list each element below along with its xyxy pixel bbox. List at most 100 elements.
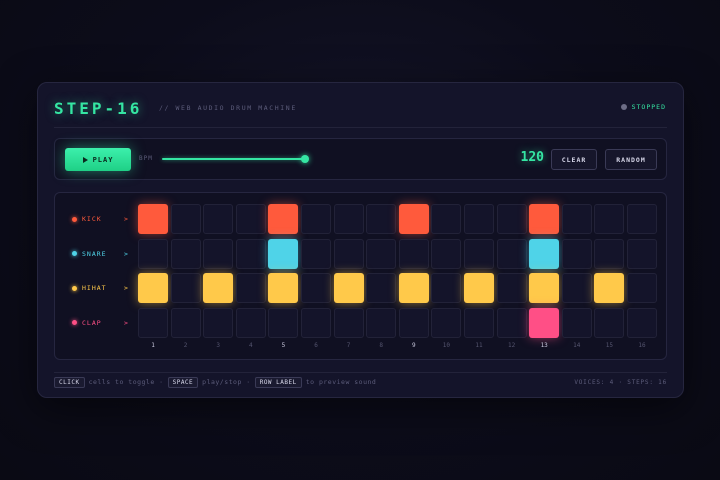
step-cell[interactable]	[594, 273, 625, 303]
app-title: STEP-16	[54, 99, 143, 118]
step-cell[interactable]	[170, 204, 201, 234]
step-cell[interactable]	[333, 238, 364, 269]
step-cell[interactable]	[496, 307, 527, 338]
step-number: 11	[475, 342, 483, 349]
step-cell[interactable]	[627, 204, 657, 234]
footer-divider	[54, 372, 667, 373]
step-cell[interactable]	[594, 238, 625, 269]
step-number: 3	[216, 342, 220, 349]
step-cell[interactable]	[464, 307, 494, 338]
step-cell[interactable]	[203, 307, 234, 338]
step-cell[interactable]	[594, 204, 625, 234]
step-cell[interactable]	[464, 238, 494, 269]
step-cell[interactable]	[529, 238, 560, 269]
status-label: STOPPED	[631, 103, 666, 111]
step-cell[interactable]	[398, 273, 429, 303]
track-label-clap[interactable]: CLAP >	[55, 308, 135, 338]
track-color-dot-icon	[72, 285, 77, 291]
step-number: 5	[281, 342, 286, 349]
track-color-dot-icon	[72, 216, 77, 222]
clear-button[interactable]: CLEAR	[551, 149, 597, 170]
step-cell[interactable]	[170, 273, 201, 303]
bpm-label: BPM	[139, 155, 153, 162]
play-triangle-icon	[82, 156, 88, 163]
step-cell[interactable]	[138, 307, 168, 338]
step-cell[interactable]	[561, 307, 592, 338]
step-cell[interactable]	[561, 273, 592, 303]
step-cell[interactable]	[138, 204, 168, 234]
preview-arrow-icon: >	[124, 249, 128, 258]
step-cell[interactable]	[431, 238, 462, 269]
step-cell[interactable]	[301, 307, 331, 338]
play-button[interactable]: PLAY	[65, 148, 131, 171]
step-cell[interactable]	[529, 204, 560, 234]
step-cell[interactable]	[366, 273, 397, 303]
step-cell[interactable]	[203, 238, 234, 269]
step-cell[interactable]	[203, 273, 234, 303]
play-button-label: PLAY	[92, 155, 114, 164]
track-color-dot-icon	[72, 251, 77, 256]
random-button[interactable]: RANDOM	[605, 149, 657, 170]
footer-help: CLICK cells to toggle · SPACE play/stop …	[54, 376, 376, 388]
step-cell[interactable]	[301, 273, 331, 303]
step-cell[interactable]	[627, 238, 657, 269]
step-cell[interactable]	[431, 204, 462, 234]
step-cell[interactable]	[366, 204, 397, 234]
step-cell[interactable]	[235, 273, 266, 303]
step-cell[interactable]	[529, 307, 560, 338]
step-cell[interactable]	[301, 204, 331, 234]
step-cell[interactable]	[627, 307, 657, 338]
step-number: 2	[183, 342, 188, 349]
step-cell[interactable]	[398, 238, 429, 269]
track-name: SNARE	[82, 249, 107, 258]
step-cell[interactable]	[268, 204, 299, 234]
step-cell[interactable]	[138, 273, 168, 303]
step-cell[interactable]	[268, 307, 299, 338]
step-cell[interactable]	[627, 273, 657, 303]
track-name: KICK	[82, 215, 102, 223]
step-number: 9	[411, 342, 416, 349]
step-cell[interactable]	[398, 307, 429, 338]
step-cell[interactable]	[333, 273, 364, 303]
step-cell[interactable]	[366, 238, 397, 269]
step-cell[interactable]	[268, 238, 299, 269]
step-cell[interactable]	[561, 204, 592, 234]
step-cell[interactable]	[138, 238, 168, 269]
step-cell[interactable]	[170, 238, 201, 269]
drum-machine-panel: STEP-16 // WEB AUDIO DRUM MACHINE STOPPE…	[37, 82, 684, 398]
step-cell[interactable]	[496, 238, 527, 269]
step-number: 10	[442, 342, 450, 349]
step-cell[interactable]	[333, 204, 364, 234]
track-label-snare[interactable]: SNARE >	[55, 239, 135, 269]
bpm-slider-thumb[interactable]	[301, 155, 310, 163]
step-cell[interactable]	[333, 307, 364, 338]
step-cell[interactable]	[203, 204, 234, 234]
step-cell[interactable]	[464, 273, 494, 303]
track-label-kick[interactable]: KICK >	[55, 204, 135, 234]
step-cell[interactable]	[496, 204, 527, 234]
step-number: 6	[314, 342, 318, 349]
step-cell[interactable]	[529, 273, 560, 303]
step-cell[interactable]	[235, 307, 266, 338]
step-number: 16	[638, 342, 646, 349]
step-cell[interactable]	[170, 307, 201, 338]
step-number: 14	[573, 342, 581, 349]
track-label-hihat[interactable]: HIHAT >	[55, 273, 135, 303]
step-cell[interactable]	[398, 204, 429, 234]
step-cell[interactable]	[594, 307, 625, 338]
step-cell[interactable]	[301, 238, 331, 269]
step-cell[interactable]	[431, 307, 462, 338]
step-cell[interactable]	[561, 238, 592, 269]
track-name: CLAP	[82, 318, 102, 327]
preview-arrow-icon: >	[124, 215, 128, 223]
app-subtitle: // WEB AUDIO DRUM MACHINE	[159, 104, 297, 112]
step-cell[interactable]	[366, 307, 397, 338]
step-cell[interactable]	[235, 238, 266, 269]
step-cell[interactable]	[464, 204, 494, 234]
step-cell[interactable]	[268, 273, 299, 303]
step-cell[interactable]	[496, 273, 527, 303]
bpm-slider[interactable]	[162, 155, 310, 163]
step-cell[interactable]	[431, 273, 462, 303]
step-cell[interactable]	[235, 204, 266, 234]
step-number: 1	[151, 342, 155, 349]
